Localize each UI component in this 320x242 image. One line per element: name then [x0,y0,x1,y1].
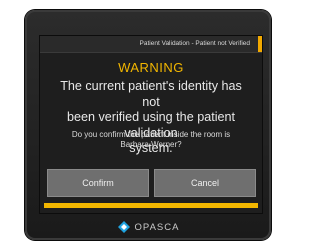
warning-message-line: The current patient's identity has not [60,79,242,109]
monitor-frame: Patient Validation - Patient not Verifie… [25,10,271,240]
opasca-logo-icon [117,221,130,233]
progress-fill [44,203,258,208]
cancel-button[interactable]: Cancel [154,169,256,197]
window-title: Patient Validation - Patient not Verifie… [139,40,250,47]
screen: Patient Validation - Patient not Verifie… [39,35,263,214]
brand-name: OPASCA [134,221,180,233]
confirm-question: Do you confirm the patient inside the ro… [52,130,250,150]
confirm-button[interactable]: Confirm [47,169,149,197]
title-bar: Patient Validation - Patient not Verifie… [40,36,262,53]
patient-name: Barbara Werner? [120,140,182,149]
progress-bar [44,203,258,208]
brand-logo: OPASCA [25,219,271,235]
warning-heading: WARNING [118,60,184,75]
confirm-question-line: Do you confirm the patient inside the ro… [71,130,231,139]
title-accent-bar [258,36,262,52]
